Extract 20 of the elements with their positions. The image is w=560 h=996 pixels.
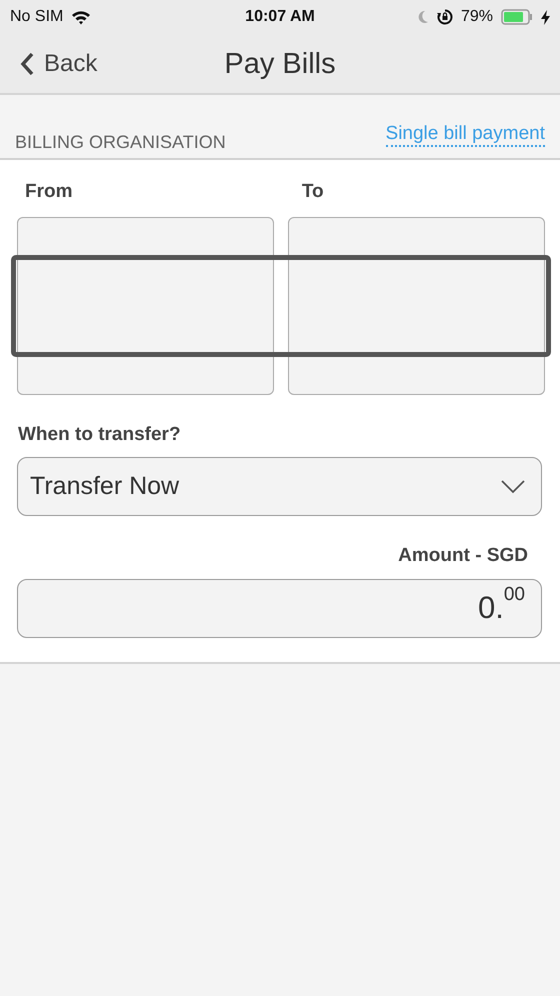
chevron-left-icon: [20, 52, 34, 76]
wifi-icon: [71, 10, 92, 24]
field-label: When to transfer?: [18, 422, 182, 446]
picker-label: To: [302, 181, 324, 202]
battery-percent: 79%: [460, 7, 493, 27]
rotation-lock-icon: [436, 9, 453, 25]
picker-wheel[interactable]: [17, 216, 274, 394]
picker-wheel[interactable]: [288, 216, 545, 394]
carrier-text: No SIM: [10, 7, 64, 27]
amount-field[interactable]: 0.$^{00}$: [17, 578, 542, 638]
page-title: Pay Bills: [224, 46, 336, 82]
moon-icon: [416, 10, 429, 24]
field-label: Amount - SGD: [397, 544, 529, 568]
battery-icon: [501, 9, 533, 25]
picker-label: From: [25, 181, 72, 202]
clock-text: 10:07 AM: [245, 7, 315, 27]
chevron-down-icon: [501, 480, 525, 494]
transfer-time-select[interactable]: Transfer Now: [17, 457, 542, 516]
section-heading: BILLING ORGANISATION: [15, 131, 226, 154]
back-button[interactable]: Back: [0, 46, 98, 82]
